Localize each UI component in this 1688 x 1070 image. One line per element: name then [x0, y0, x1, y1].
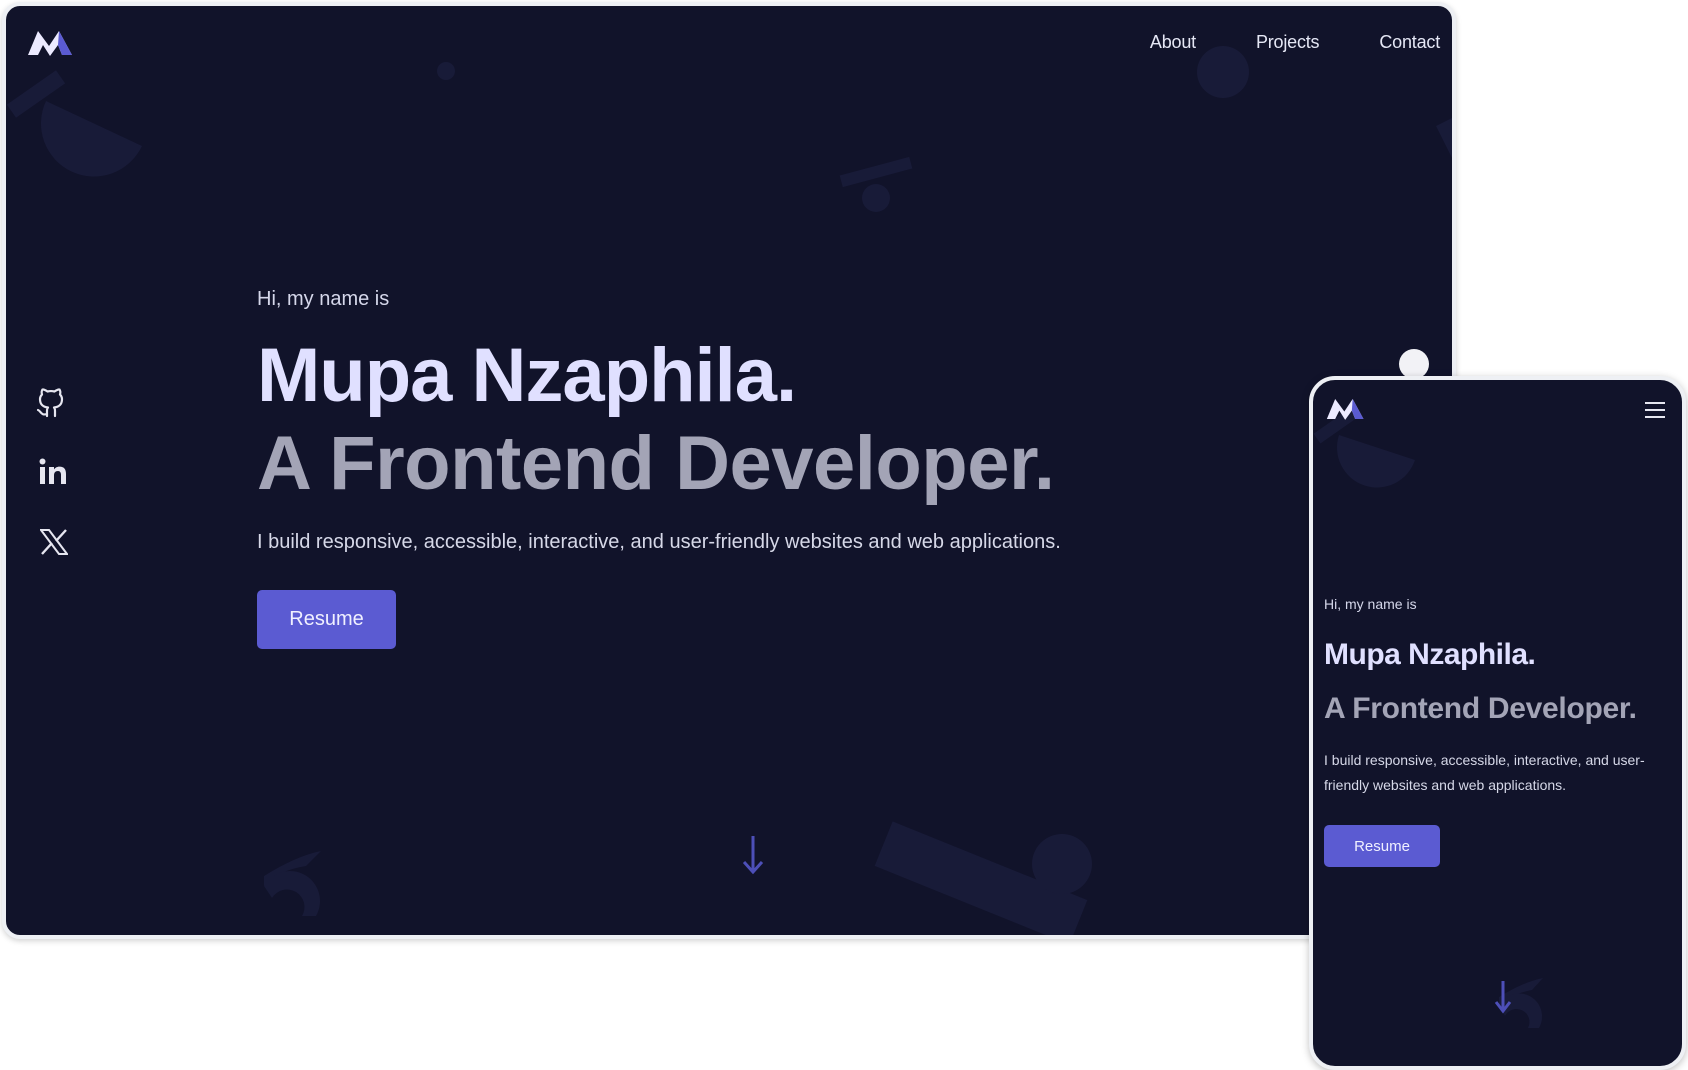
x-twitter-icon[interactable] — [40, 529, 68, 555]
nav-projects[interactable]: Projects — [1256, 32, 1320, 53]
hero-role: A Frontend Developer. — [257, 421, 1055, 506]
mobile-preview: Hi, my name is Mupa Nzaphila. A Frontend… — [1309, 376, 1686, 1070]
linkedin-icon[interactable] — [39, 458, 67, 486]
scroll-down-icon[interactable] — [1494, 980, 1512, 1014]
hero-name: Mupa Nzaphila. — [257, 333, 797, 418]
logo-icon[interactable] — [1325, 394, 1367, 424]
hero-description-line: friendly websites and web applications. — [1324, 777, 1567, 793]
nav-about[interactable]: About — [1150, 32, 1196, 53]
hero-description: I build responsive, accessible, interact… — [257, 531, 1061, 553]
desktop-preview: About Projects Contact Hi, my name is Mu… — [2, 2, 1456, 939]
hero-role: A Frontend Developer. — [1324, 692, 1637, 725]
resume-button[interactable]: Resume — [257, 590, 396, 649]
nav-contact[interactable]: Contact — [1379, 32, 1440, 53]
resume-button[interactable]: Resume — [1324, 825, 1440, 867]
hamburger-menu-icon[interactable] — [1644, 401, 1666, 419]
hero-description-line: I build responsive, accessible, interact… — [1324, 752, 1645, 768]
greeting-text: Hi, my name is — [1324, 596, 1417, 612]
hero-name: Mupa Nzaphila. — [1324, 638, 1536, 671]
hero-section: Hi, my name is Mupa Nzaphila. A Frontend… — [257, 288, 1357, 649]
hero-description: I build responsive, accessible, interact… — [1324, 748, 1682, 798]
scroll-down-icon[interactable] — [741, 834, 765, 876]
hero-section: Hi, my name is Mupa Nzaphila. A Frontend… — [1324, 596, 1682, 867]
decorative-dot — [1399, 349, 1429, 379]
top-nav: About Projects Contact — [1090, 32, 1440, 53]
github-icon[interactable] — [36, 386, 66, 418]
greeting-text: Hi, my name is — [257, 288, 390, 310]
logo-icon[interactable] — [26, 25, 76, 61]
